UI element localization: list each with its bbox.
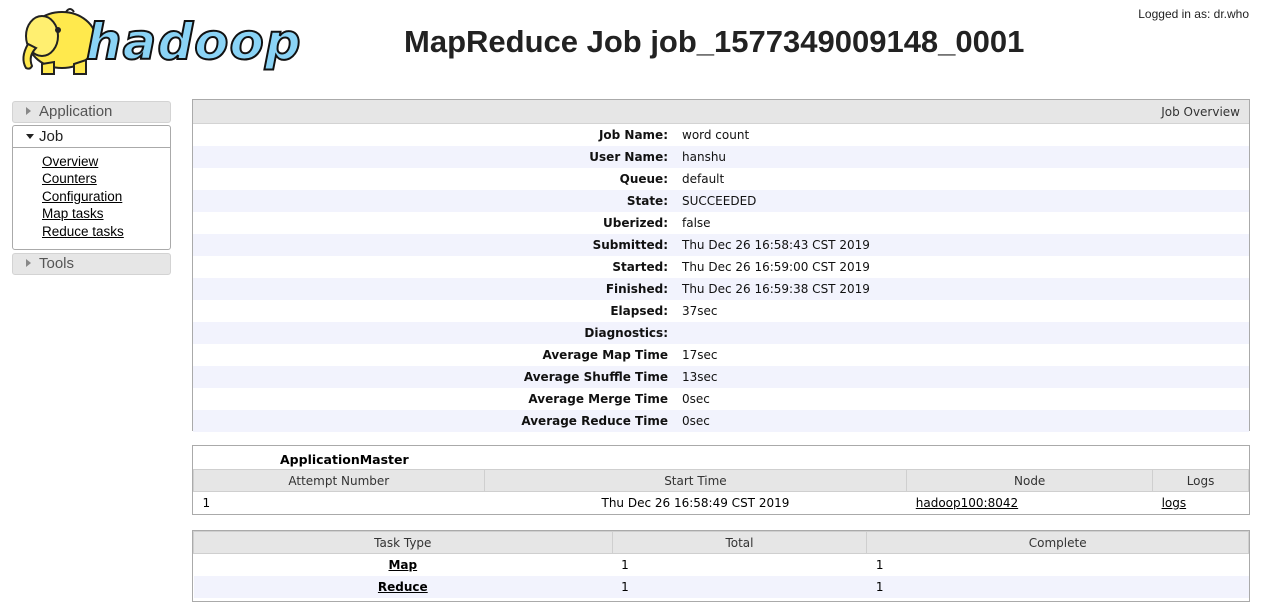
- nav-job[interactable]: Job: [13, 126, 170, 148]
- nav-tools[interactable]: Tools: [12, 253, 171, 275]
- overview-key: Average Shuffle Time: [523, 370, 668, 384]
- overview-value: Thu Dec 26 16:59:38 CST 2019: [682, 282, 870, 296]
- overview-key: Average Map Time: [542, 348, 669, 362]
- job-overview-panel: Job Overview Job Name: word count User Na…: [192, 99, 1250, 432]
- overview-row: Queue: default: [193, 168, 1249, 190]
- application-master-panel: ApplicationMaster Attempt Number Start T…: [192, 445, 1250, 515]
- overview-row: Average Map Time 17sec: [193, 344, 1249, 366]
- overview-row: Average Reduce Time 0sec: [193, 410, 1249, 432]
- nav-link-configuration[interactable]: Configuration: [42, 189, 122, 204]
- table-header-row: Task Type Total Complete: [193, 531, 1249, 554]
- overview-row: Elapsed: 37sec: [193, 300, 1249, 322]
- overview-key: Finished:: [605, 282, 668, 296]
- table-row: Reduce 1 1: [193, 576, 1249, 598]
- overview-row: Started: Thu Dec 26 16:59:00 CST 2019: [193, 256, 1249, 278]
- hadoop-logo-text: hadoop: [85, 12, 302, 72]
- overview-row: Diagnostics:: [193, 322, 1249, 344]
- job-overview-rows: Job Name: word count User Name: hanshu Que…: [193, 124, 1249, 432]
- nav-link-reduce-tasks[interactable]: Reduce tasks: [42, 224, 124, 239]
- node-cell: hadoop100:8042: [907, 492, 1153, 515]
- logs-link[interactable]: logs: [1162, 496, 1187, 510]
- column-header-complete[interactable]: Complete: [866, 531, 1249, 554]
- overview-row: Average Shuffle Time 13sec: [193, 366, 1249, 388]
- start-time-cell: Thu Dec 26 16:58:49 CST 2019: [601, 496, 790, 510]
- application-master-table: Attempt Number Start Time Node Logs 1 Th…: [193, 469, 1249, 514]
- job-links: Overview Counters Configuration Map task…: [42, 153, 124, 240]
- overview-value: 0sec: [682, 414, 710, 428]
- attempt-number-cell: 1: [202, 496, 211, 510]
- task-summary-panel: Task Type Total Complete Map 1 1 Reduce …: [192, 530, 1250, 602]
- overview-row: Finished: Thu Dec 26 16:59:38 CST 2019: [193, 278, 1249, 300]
- page-title: MapReduce Job job_1577349009148_0001: [404, 24, 1025, 59]
- task-type-link-reduce[interactable]: Reduce: [378, 580, 428, 594]
- overview-key: Average Reduce Time: [521, 414, 668, 428]
- task-total-cell: 1: [612, 576, 867, 598]
- table-header-row: Attempt Number Start Time Node Logs: [193, 469, 1249, 492]
- column-header-start-time[interactable]: Start Time: [483, 469, 908, 492]
- overview-row: User Name: hanshu: [193, 146, 1249, 168]
- overview-key: User Name:: [589, 150, 668, 164]
- overview-value: default: [682, 172, 725, 186]
- overview-value: 37sec: [682, 304, 718, 318]
- overview-row: Average Merge Time 0sec: [193, 388, 1249, 410]
- task-complete-cell: 1: [866, 576, 1249, 598]
- task-type-link-map[interactable]: Map: [388, 558, 417, 572]
- hadoop-logo: hadoop: [12, 6, 312, 78]
- job-overview-title: Job Overview: [1161, 105, 1240, 119]
- overview-value: 17sec: [682, 348, 718, 362]
- overview-key: Uberized:: [602, 216, 668, 230]
- overview-value: 0sec: [682, 392, 710, 406]
- table-row: 1 Thu Dec 26 16:58:49 CST 2019 hadoop100…: [194, 492, 1249, 515]
- application-master-caption: ApplicationMaster: [280, 452, 409, 467]
- logged-in-user: Logged in as: dr.who: [1138, 7, 1249, 21]
- overview-row: Uberized: false: [193, 212, 1249, 234]
- column-header-attempt-number[interactable]: Attempt Number: [193, 469, 485, 492]
- overview-key: Job Name:: [598, 128, 668, 142]
- column-header-total[interactable]: Total: [611, 531, 868, 554]
- logs-cell: logs: [1153, 492, 1249, 515]
- nav-link-counters[interactable]: Counters: [42, 171, 97, 186]
- overview-value: Thu Dec 26 16:58:43 CST 2019: [682, 238, 870, 252]
- node-link[interactable]: hadoop100:8042: [916, 496, 1018, 510]
- overview-value: SUCCEEDED: [682, 194, 757, 208]
- nav-job-section: Job Overview Counters Configuration Map …: [12, 125, 171, 250]
- overview-row: State: SUCCEEDED: [193, 190, 1249, 212]
- overview-key: Average Merge Time: [528, 392, 668, 406]
- nav-job-label: Job: [39, 128, 64, 145]
- table-row: Map 1 1: [194, 554, 1249, 577]
- nav-application-label: Application: [39, 103, 113, 120]
- nav-tools-label: Tools: [39, 255, 75, 272]
- overview-row: Submitted: Thu Dec 26 16:58:43 CST 2019: [193, 234, 1249, 256]
- nav-link-overview[interactable]: Overview: [42, 154, 98, 169]
- overview-key: Diagnostics:: [584, 326, 668, 340]
- task-type-cell: Reduce: [193, 576, 613, 598]
- job-overview-header: Job Overview: [193, 100, 1249, 124]
- chevron-down-icon: [26, 134, 34, 139]
- task-total-cell: 1: [621, 558, 629, 572]
- overview-value: Thu Dec 26 16:59:00 CST 2019: [682, 260, 870, 274]
- overview-value: word count: [682, 128, 750, 142]
- overview-value: false: [682, 216, 711, 230]
- overview-value: 13sec: [682, 370, 718, 384]
- column-header-logs[interactable]: Logs: [1152, 469, 1249, 492]
- overview-key: Submitted:: [592, 238, 668, 252]
- task-type-cell: Map: [194, 554, 613, 577]
- nav-link-map-tasks[interactable]: Map tasks: [42, 206, 104, 221]
- overview-key: State:: [626, 194, 668, 208]
- overview-key: Started:: [612, 260, 668, 274]
- nav-application[interactable]: Application: [12, 101, 171, 123]
- chevron-right-icon: [26, 259, 31, 267]
- overview-key: Queue:: [619, 172, 668, 186]
- task-complete-cell: 1: [875, 558, 884, 572]
- overview-row: Job Name: word count: [193, 124, 1249, 146]
- overview-value: hanshu: [682, 150, 727, 164]
- chevron-right-icon: [26, 107, 31, 115]
- column-header-node[interactable]: Node: [906, 469, 1154, 492]
- overview-key: Elapsed:: [610, 304, 668, 318]
- column-header-task-type[interactable]: Task Type: [193, 531, 613, 554]
